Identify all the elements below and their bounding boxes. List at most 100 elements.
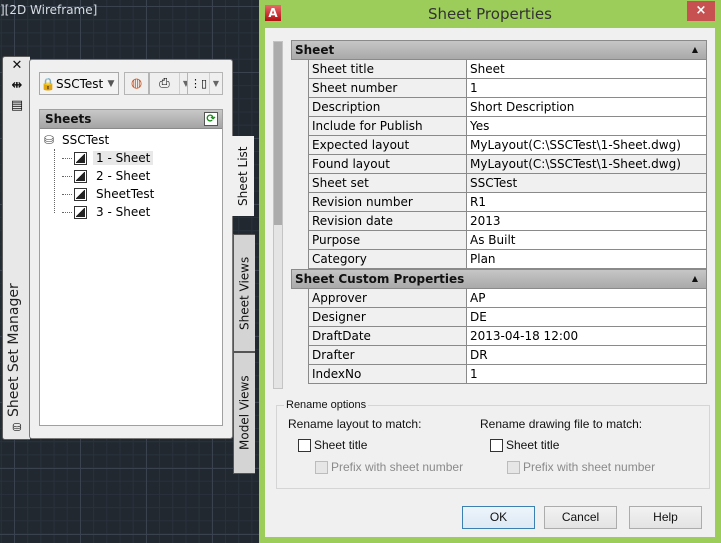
tab-sheet-views[interactable]: Sheet Views	[233, 234, 255, 352]
property-row[interactable]: Designer DE	[308, 308, 707, 327]
checkbox-label: Sheet title	[506, 438, 560, 452]
tab-model-views[interactable]: Model Views	[233, 352, 255, 474]
property-value[interactable]: AP	[467, 289, 706, 307]
scrollbar-thumb[interactable]	[274, 42, 282, 226]
tree-item-label: SheetTest	[96, 187, 155, 201]
property-row[interactable]: DraftDate 2013-04-18 12:00	[308, 327, 707, 346]
property-row[interactable]: Description Short Description	[308, 98, 707, 117]
category-label: Sheet	[295, 43, 335, 57]
property-grid-container: Sheet ▲ Sheet title Sheet Sheet number 1 Descr…	[273, 40, 707, 402]
properties-icon[interactable]: ▤	[9, 99, 25, 113]
palette-side-bar: ✕ ⇹ ▤ Sheet Set Manager ⛁	[2, 56, 30, 440]
refresh-icon[interactable]: ⟳	[204, 112, 218, 126]
tree-item[interactable]: 3 - Sheet	[40, 203, 222, 221]
close-icon[interactable]: ✕	[9, 59, 25, 73]
property-name: IndexNo	[309, 365, 467, 383]
close-button[interactable]: ×	[687, 1, 715, 21]
tab-sheet-list[interactable]: Sheet List	[232, 136, 254, 216]
sheet-icon	[74, 187, 87, 201]
publish-button[interactable]: ⎙	[150, 73, 180, 94]
tree-item-label: 3 - Sheet	[96, 205, 151, 219]
property-value[interactable]: DE	[467, 308, 706, 326]
property-row[interactable]: Sheet set SSCTest	[308, 174, 707, 193]
sheets-header: Sheets ⟳	[40, 110, 222, 129]
checkbox-label: Prefix with sheet number	[331, 460, 464, 474]
property-row[interactable]: Found layout MyLayout(C:\SSCTest\1-Sheet.…	[308, 155, 707, 174]
property-value[interactable]: Short Description	[467, 98, 706, 116]
property-name: Sheet set	[309, 174, 467, 192]
property-value[interactable]: MyLayout(C:\SSCTest\1-Sheet.dwg)	[467, 136, 706, 154]
property-row[interactable]: Include for Publish Yes	[308, 117, 707, 136]
collapse-icon[interactable]: ▲	[692, 270, 698, 288]
rename-options-legend: Rename options	[284, 399, 369, 411]
tree-item[interactable]: 2 - Sheet	[40, 167, 222, 185]
layout-sheet-title-checkbox[interactable]: Sheet title	[298, 438, 367, 452]
tree-item-label: 2 - Sheet	[96, 169, 151, 183]
tree-root-label: SSCTest	[62, 133, 110, 147]
property-row[interactable]: Expected layout MyLayout(C:\SSCTest\1-She…	[308, 136, 707, 155]
sheet-set-combo[interactable]: 🔒 SSCTest ▼	[39, 72, 119, 95]
checkbox-box[interactable]	[315, 460, 328, 474]
checkbox-box[interactable]	[507, 460, 520, 474]
checkbox-box[interactable]	[298, 438, 311, 452]
cancel-button[interactable]: Cancel	[544, 506, 617, 529]
property-row[interactable]: Revision date 2013	[308, 212, 707, 231]
property-value[interactable]: R1	[467, 193, 706, 211]
sheet-tree: ⛁ SSCTest 1 - Sheet 2 - Sheet SheetTest	[40, 129, 222, 221]
sheet-set-manager-palette: ✕ ⇹ ▤ Sheet Set Manager ⛁ 🔒 SSCTest ▼ ◍ …	[2, 56, 255, 474]
layout-prefix-checkbox[interactable]: Prefix with sheet number	[315, 460, 463, 474]
property-value[interactable]: Plan	[467, 250, 706, 268]
property-name: Drafter	[309, 346, 467, 364]
property-row[interactable]: Revision number R1	[308, 193, 707, 212]
property-row[interactable]: Sheet number 1	[308, 79, 707, 98]
category-label: Sheet Custom Properties	[295, 272, 465, 286]
sheet-icon	[74, 151, 87, 165]
tree-item[interactable]: 1 - Sheet	[40, 149, 222, 167]
drawing-prefix-checkbox[interactable]: Prefix with sheet number	[507, 460, 655, 474]
sheet-selections-icon: ⋮▯	[189, 77, 208, 90]
palette-main: 🔒 SSCTest ▼ ◍ ⎙ ▼ ⋮▯ ▼ Sheets ⟳ ⛁ SSCTes…	[29, 59, 233, 439]
collapse-icon[interactable]: ▲	[692, 41, 698, 59]
tree-item[interactable]: SheetTest	[40, 185, 222, 203]
property-value: MyLayout(C:\SSCTest\1-Sheet.dwg)	[467, 155, 706, 173]
sheet-properties-dialog: A Sheet Properties × Sheet ▲ Sheet title Sh…	[259, 0, 721, 543]
sheet-selections-dropdown-button[interactable]: ▼	[210, 73, 222, 94]
property-name: Revision number	[309, 193, 467, 211]
lock-icon: 🔒	[40, 76, 56, 91]
property-value[interactable]: Yes	[467, 117, 706, 135]
property-category[interactable]: Sheet ▲	[291, 40, 707, 60]
property-grid-scrollbar[interactable]	[273, 41, 283, 389]
property-row[interactable]: Approver AP	[308, 289, 707, 308]
autohide-icon[interactable]: ⇹	[9, 79, 25, 93]
property-category[interactable]: Sheet Custom Properties ▲	[291, 269, 707, 289]
drawing-sheet-title-checkbox[interactable]: Sheet title	[490, 438, 559, 452]
property-value[interactable]: Sheet	[467, 60, 706, 78]
property-value[interactable]: As Built	[467, 231, 706, 249]
help-button[interactable]: Help	[629, 506, 702, 529]
property-value[interactable]: 1	[467, 79, 706, 97]
sheet-icon	[74, 169, 87, 183]
property-row[interactable]: Purpose As Built	[308, 231, 707, 250]
property-row[interactable]: Category Plan	[308, 250, 707, 269]
property-row[interactable]: IndexNo 1	[308, 365, 707, 384]
property-name: Description	[309, 98, 467, 116]
dialog-title: Sheet Properties	[428, 5, 552, 23]
dialog-titlebar[interactable]: A Sheet Properties ×	[259, 0, 721, 28]
property-value[interactable]: DR	[467, 346, 706, 364]
property-value[interactable]: 2013	[467, 212, 706, 230]
property-row[interactable]: Drafter DR	[308, 346, 707, 365]
tree-root[interactable]: ⛁ SSCTest	[40, 131, 222, 149]
property-name: Found layout	[309, 155, 467, 173]
checkbox-box[interactable]	[490, 438, 503, 452]
property-grid: Sheet ▲ Sheet title Sheet Sheet number 1 Descr…	[291, 40, 707, 384]
property-name: Category	[309, 250, 467, 268]
ok-button[interactable]: OK	[462, 506, 535, 529]
property-name: Include for Publish	[309, 117, 467, 135]
property-value[interactable]: 2013-04-18 12:00	[467, 327, 706, 345]
property-name: Sheet number	[309, 79, 467, 97]
sheet-set-icon: ⛁	[44, 133, 55, 147]
property-value[interactable]: 1	[467, 365, 706, 383]
publish-to-web-button[interactable]: ◍	[125, 73, 148, 94]
sheet-selections-button[interactable]: ⋮▯	[188, 73, 210, 94]
property-row[interactable]: Sheet title Sheet	[308, 60, 707, 79]
